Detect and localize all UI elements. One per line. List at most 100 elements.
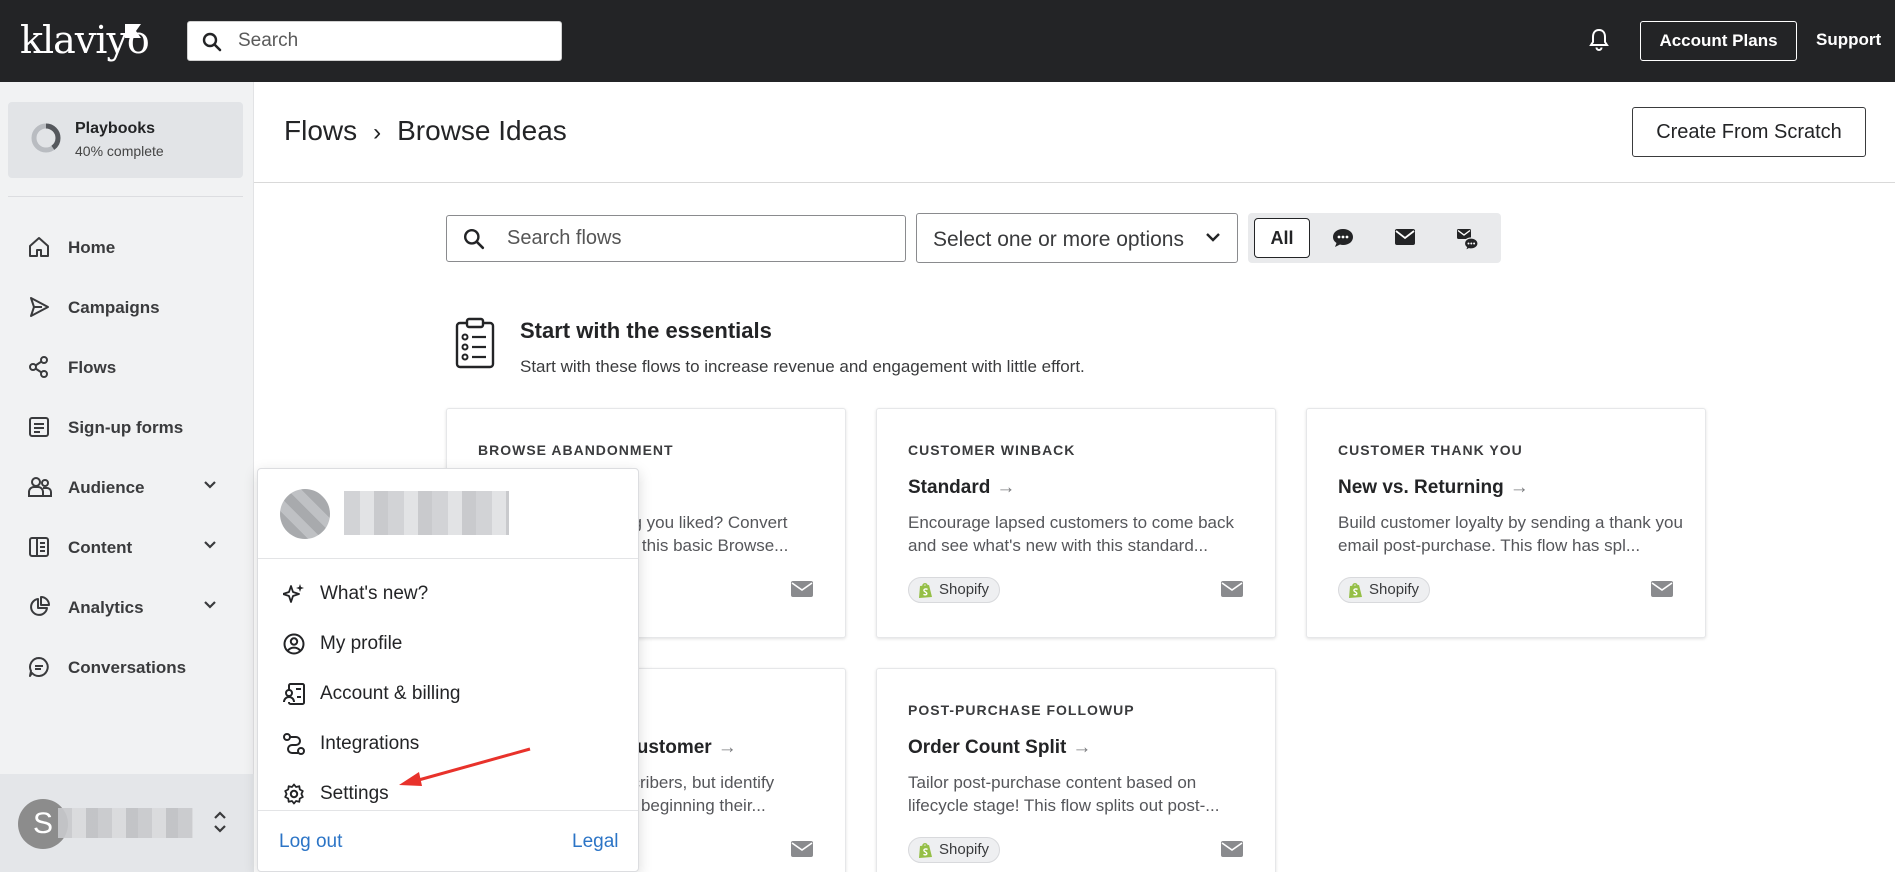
sidebar-item-analytics[interactable]: Analytics [0,584,254,630]
redacted-user-name [344,491,509,535]
account-switcher[interactable]: S [0,774,254,872]
sidebar-item-flows[interactable]: Flows [0,344,254,390]
clipboard-checklist-icon [455,317,495,369]
chevron-down-icon [204,481,216,489]
arrow-right-icon: → [996,477,1016,498]
logo-flag-icon [125,24,141,38]
flow-card-description: Encourage lapsed customers to come back … [908,513,1235,555]
flow-card-title-text: Order Count Split [908,737,1067,758]
sidebar-item-signup-forms[interactable]: Sign-up forms [0,404,254,450]
shopify-badge: Shopify [908,577,1001,603]
flow-card-category: POST-PURCHASE FOLLOWUP [908,702,1135,718]
menu-item-whats-new[interactable]: What's new? [258,569,638,619]
page-title: Browse Ideas [397,115,567,146]
email-icon [1221,841,1243,857]
sidebar-divider [8,196,243,197]
flow-card-title[interactable]: Order Count Split → [908,737,1091,759]
chevron-up-down-icon [214,811,226,833]
notification-bell-icon[interactable] [1588,28,1610,52]
progress-ring-icon [31,123,61,153]
breadcrumb-flows[interactable]: Flows [284,115,357,146]
billing-icon [283,683,305,705]
section-subtitle: Start with these flows to increase reven… [520,357,1085,376]
log-out-link[interactable]: Log out [279,831,342,853]
flow-card-description: scribers, but identify st beginning thei… [623,773,775,815]
account-plans-button[interactable]: Account Plans [1640,21,1797,61]
flow-card-category: CUSTOMER THANK YOU [1338,442,1523,458]
shopify-badge-label: Shopify [1369,581,1420,598]
search-icon [202,32,222,52]
menu-item-label: My profile [320,633,403,654]
legal-link[interactable]: Legal [572,831,619,853]
flow-search-input[interactable] [507,216,887,261]
people-icon [28,477,52,497]
flow-card-customer-thank-you[interactable]: CUSTOMER THANK YOU New vs. Returning → Bu… [1306,408,1706,638]
playbooks-card[interactable]: Playbooks 40% complete [8,102,243,178]
sidebar-item-label: Sign-up forms [68,418,184,437]
menu-item-label: Account & billing [320,683,461,704]
menu-item-my-profile[interactable]: My profile [258,619,638,669]
arrow-right-icon: → [1072,737,1092,758]
playbooks-title: Playbooks [75,120,156,137]
gear-icon [284,783,304,805]
user-menu: What's new? My profile Account & billing… [257,468,639,872]
channel-filter: All [1248,213,1501,263]
support-link[interactable]: Support [1816,30,1881,50]
flow-card-post-purchase-followup[interactable]: POST-PURCHASE FOLLOWUP Order Count Split… [876,668,1276,872]
sidebar-item-home[interactable]: Home [0,224,254,270]
sparkle-icon [283,584,304,603]
flow-card-title-text: New vs. Returning [1338,477,1504,498]
chat-icon [29,657,49,677]
user-menu-avatar [280,489,330,539]
filter-sms-button[interactable] [1318,218,1368,258]
form-icon [29,417,49,437]
filter-email-button[interactable] [1380,218,1430,258]
sidebar-item-label: Home [68,238,116,257]
sidebar-item-content[interactable]: Content [0,524,254,570]
user-menu-header [258,469,638,559]
home-icon [29,237,49,257]
playbooks-progress: 40% complete [75,143,164,159]
email-icon [791,581,813,597]
shopify-icon [919,842,932,858]
arrow-right-icon: → [717,737,737,758]
pie-chart-icon [30,596,50,616]
flow-card-description: Build customer loyalty by sending a than… [1338,513,1683,555]
global-search[interactable] [187,21,562,61]
sidebar-item-conversations[interactable]: Conversations [0,644,254,690]
flow-card-title-text: Standard [908,477,991,498]
filter-sms-email-button[interactable] [1442,218,1492,258]
user-menu-divider [258,810,638,811]
menu-item-label: What's new? [320,583,429,604]
category-select-placeholder: Select one or more options [933,228,1184,251]
sidebar-item-audience[interactable]: Audience [0,464,254,510]
create-from-scratch-button[interactable]: Create From Scratch [1632,107,1866,157]
breadcrumb: Flows › Browse Ideas [284,115,567,147]
sms-icon [1333,229,1353,247]
menu-item-account-billing[interactable]: Account & billing [258,669,638,719]
chevron-down-icon [204,601,216,609]
flow-card-title[interactable]: Standard → [908,477,1015,499]
global-search-input[interactable] [238,22,548,60]
sidebar-item-label: Analytics [68,598,144,617]
profile-icon [283,633,305,655]
flows-icon [29,356,48,378]
flow-card-customer-winback[interactable]: CUSTOMER WINBACK Standard → Encourage lap… [876,408,1276,638]
filter-all-button[interactable]: All [1254,218,1310,258]
sidebar-item-label: Flows [68,358,117,377]
sidebar-item-campaigns[interactable]: Campaigns [0,284,254,330]
flow-card-description: ng you liked? Convert th this basic Brow… [623,513,789,555]
flow-card-category: CUSTOMER WINBACK [908,442,1076,458]
category-select[interactable]: Select one or more options [916,213,1238,263]
flow-search[interactable] [446,215,906,262]
email-icon [1651,581,1673,597]
section-title: Start with the essentials [520,318,772,343]
flow-card-title[interactable]: Customer → [623,737,737,759]
flow-card-title[interactable]: New vs. Returning → [1338,477,1529,499]
integrations-icon [283,733,305,755]
breadcrumb-separator: › [373,119,382,146]
email-icon [1221,581,1243,597]
shopify-icon [1349,582,1362,598]
top-bar: klaviyo Account Plans Support [0,0,1895,82]
email-icon [1395,229,1415,245]
